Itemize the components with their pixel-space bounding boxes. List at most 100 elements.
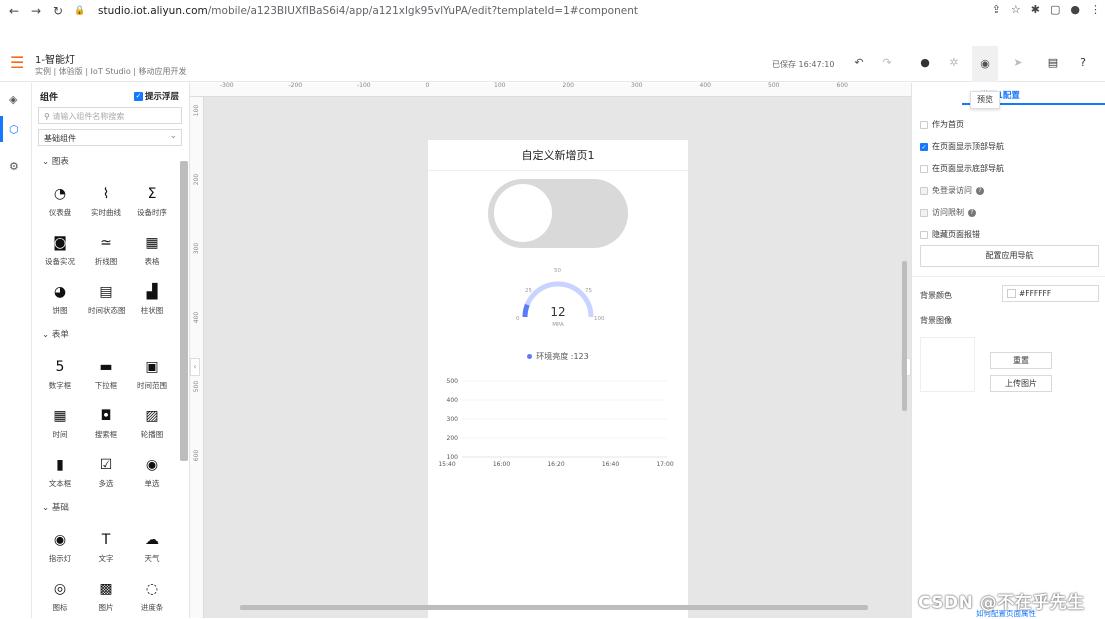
debug-icon[interactable]: ✲ [946,56,962,69]
undo-icon[interactable]: ↶ [851,56,867,69]
section-header-0[interactable]: ⌄ 图表 [42,155,69,167]
component-label: 下拉框 [94,381,118,390]
switch-toggle[interactable] [488,179,628,248]
component-item[interactable]: ◙ 设备实况 [42,234,78,267]
gauge-unit: MPA [552,322,564,328]
gauge-widget[interactable]: 0 25 50 75 100 12 MPA [508,260,608,330]
component-item[interactable]: ▨ 轮播图 [134,407,170,440]
component-label: 设备时序 [137,208,167,217]
settings-gear-icon[interactable]: ⚙ [9,160,19,173]
help-icon[interactable]: ? [968,208,976,217]
preview-eye-icon[interactable]: ◉ [972,46,998,82]
color-swatch[interactable] [1007,289,1016,298]
component-item[interactable]: Σ 设备时序 [134,185,170,218]
hamburger-menu-icon[interactable]: ☰ [10,55,24,71]
category-select[interactable]: 基础组件 ⌄ [38,129,182,146]
section-header-2[interactable]: ⌄ 基础 [42,501,69,513]
component-item[interactable]: ⌇ 实时曲线 [88,185,124,218]
upload-image-button[interactable]: 上传图片 [990,375,1052,392]
help-icon[interactable]: ? [976,186,984,195]
component-item[interactable]: ▩ 图片 [88,580,124,613]
pie-chart-icon: ◕ [53,284,67,300]
bg-image-preview [920,337,975,392]
component-item[interactable]: ◉ 指示灯 [42,531,78,564]
bookmark-star-icon[interactable]: ☆ [1011,3,1021,16]
option-checkbox[interactable]: ✓ 在页面显示顶部导航 [920,141,1004,152]
component-item[interactable]: ▟ 柱状图 [134,283,170,316]
canvas-horizontal-scrollbar[interactable] [240,605,868,610]
editor-canvas: -300 -200 -100 0 100 200 300 400 500 600 100 200 30… [190,82,911,618]
bg-image-label: 背景图像 [920,316,952,325]
component-item[interactable]: ◕ 饼图 [42,283,78,316]
component-item[interactable]: ◔ 仪表盘 [42,185,78,218]
forward-icon[interactable]: → [28,4,44,18]
component-item[interactable]: ☑ 多选 [88,456,124,489]
canvas-vertical-scrollbar[interactable] [902,261,907,411]
check-icon[interactable]: ● [917,56,933,69]
component-item[interactable]: ☁ 天气 [134,531,170,564]
search-placeholder: 请输入组件名称搜索 [52,112,125,121]
component-search-input[interactable]: ⚲ 请输入组件名称搜索 [38,107,182,124]
gauge-tick-100: 100 [594,316,605,322]
component-item[interactable]: ◉ 单选 [134,456,170,489]
number-box-icon: 5 [55,359,65,375]
x-tick-label: 17:00 [656,461,673,468]
extensions-icon[interactable]: ✱ [1031,3,1040,16]
component-item[interactable]: ▣ 时间范围 [134,358,170,391]
component-item[interactable]: ▮ 文本框 [42,456,78,489]
checkbox-icon [920,164,928,173]
option-checkbox[interactable]: 作为首页 [920,119,964,130]
float-tip-checkbox[interactable]: ✓ 提示浮层 [134,90,179,102]
search-box-icon: ◘ [100,408,112,424]
window-icon[interactable]: ▢ [1050,3,1060,16]
phone-page[interactable]: 自定义新增页1 0 25 50 75 100 12 MPA 环境亮度 :123 … [428,140,688,618]
legend-label: 环境亮度 :123 [536,352,589,361]
component-item[interactable]: ▬ 下拉框 [88,358,124,391]
configure-nav-button[interactable]: 配置应用导航 [920,245,1099,267]
time-status-icon: ▤ [99,284,113,300]
category-value: 基础组件 [44,134,76,143]
ruler-label: -300 [220,82,234,89]
section-header-1[interactable]: ⌄ 表单 [42,328,69,340]
component-label: 指示灯 [48,554,72,563]
collapse-left-icon[interactable]: ‹ [190,358,200,376]
layers-icon[interactable]: ◈ [9,93,17,106]
component-item[interactable]: ▤ 时间状态图 [88,283,126,316]
share-icon[interactable]: ⇪ [992,3,1001,16]
component-item[interactable]: ◘ 搜索框 [88,407,124,440]
component-item[interactable]: ▦ 表格 [134,234,170,267]
profile-icon[interactable]: ● [1070,3,1080,16]
component-item[interactable]: ◌ 进度条 [134,580,170,613]
component-item[interactable]: 5 数字框 [42,358,78,391]
component-item[interactable]: ≃ 折线图 [88,234,124,267]
redo-icon[interactable]: ↷ [879,56,895,69]
bg-color-input[interactable]: #FFFFFF [1002,285,1099,302]
option-label: 隐藏页面报错 [932,230,980,239]
back-icon[interactable]: ← [6,4,22,18]
component-item[interactable]: T 文字 [88,531,124,564]
chevron-down-icon: ⌄ [42,157,52,167]
line-chart[interactable]: 100 200 300 400 500 15:40 16:00 16:20 16:40 17:00 [432,375,682,475]
publish-icon[interactable]: ➤ [1010,56,1026,69]
component-label: 饼图 [52,306,68,315]
menu-dots-icon[interactable]: ⋮ [1090,3,1101,16]
text-icon: T [101,532,111,548]
option-label: 在页面显示底部导航 [932,164,1004,173]
reset-button[interactable]: 重置 [990,352,1052,369]
save-status: 已保存 16:47:10 [772,60,835,69]
ruler-label: 600 [193,449,201,462]
option-checkbox[interactable]: 隐藏页面报错 [920,229,980,240]
component-item[interactable]: ◎ 图标 [42,580,78,613]
help-icon[interactable]: ? [1075,56,1091,69]
project-breadcrumb: 实例 | 体验版 | IoT Studio | 移动应用开发 [35,67,187,76]
gauge-icon: ◔ [53,186,67,202]
panel-scrollbar[interactable] [180,161,188,461]
component-item[interactable]: ▦ 时间 [42,407,78,440]
option-label: 免登录访问 [932,186,972,195]
option-checkbox[interactable]: 在页面显示底部导航 [920,163,1004,174]
components-cube-icon[interactable]: ⬡ [9,123,19,136]
address-bar[interactable]: studio.iot.aliyun.com/mobile/a123BIUXfIB… [98,5,638,17]
reload-icon[interactable]: ↻ [50,4,66,18]
document-icon[interactable]: ▤ [1045,56,1061,69]
dropdown-icon: ▬ [99,359,113,375]
